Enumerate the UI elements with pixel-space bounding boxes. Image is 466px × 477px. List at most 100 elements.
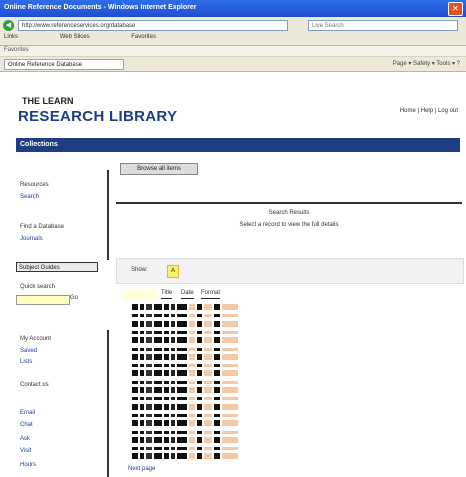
sidebar-item-ask[interactable]: Ask [20,436,30,442]
grid-cell [171,370,175,377]
grid-cell [214,430,220,434]
grid-cell [164,337,169,344]
browser-toolbar: ◀ http://www.referenceservices.org/datab… [0,17,466,46]
utility-links[interactable]: Home | Help | Log out [400,108,458,114]
grid-cell [154,420,162,427]
grid-cell [132,436,138,443]
grid-row[interactable] [132,386,240,394]
grid-cell [146,304,152,310]
grid-cell [189,436,195,443]
tab-current[interactable]: Online Reference Database [4,59,124,70]
sidebar-go-button[interactable]: Go [70,295,78,301]
grid-cell [171,320,175,327]
grid-cell [177,387,187,393]
grid-cell [146,436,152,443]
sidebar-item-find-database[interactable]: Find a Database [20,224,64,230]
grid-cell [189,364,195,368]
grid-cell [154,314,162,318]
grid-cell [214,320,220,327]
grid-cell [204,453,212,460]
grid-cell [177,304,187,310]
search-input[interactable]: Live Search [308,20,458,31]
grid-row[interactable] [132,411,240,419]
grid-header-title[interactable]: Title [161,290,173,299]
grid-cell [177,330,187,334]
grid-cell [177,436,187,443]
results-subtitle: Select a record to view the full details [239,222,339,228]
grid-cell [214,364,220,368]
grid-row[interactable] [132,436,240,444]
sidebar-item-search[interactable]: Search [20,194,39,200]
grid-cell [132,304,138,310]
grid-row[interactable] [132,320,240,328]
grid-cell [146,380,152,384]
grid-cell [140,403,144,410]
grid-header-format[interactable]: Format [201,290,221,299]
sidebar-item-email[interactable]: Email [20,410,35,416]
grid-row[interactable] [132,353,240,361]
sidebar-item-hours[interactable]: Hours [20,462,36,468]
grid-cell [189,403,195,410]
next-page-link[interactable]: Next page [128,466,155,472]
grid-cell [197,380,202,384]
grid-cell [222,320,238,327]
grid-header-date[interactable]: Date [181,290,194,299]
sidebar-divider-lower [107,330,109,477]
grid-cell [140,320,144,327]
favorites-label[interactable]: Favorites [4,47,29,53]
grid-row[interactable] [132,428,240,436]
grid-cell [204,320,212,327]
address-bar[interactable]: http://www.referenceservices.org/databas… [18,20,288,31]
grid-cell [146,353,152,360]
browse-button[interactable]: Browse all items [120,163,198,175]
sidebar-item-visit[interactable]: Visit [20,448,31,454]
close-icon[interactable]: ✕ [448,2,463,16]
grid-cell [154,413,162,417]
grid-row[interactable] [132,394,240,402]
grid-cell [222,370,238,377]
grid-cell [132,347,138,351]
links-item-links[interactable]: Links [4,34,18,40]
grid-row[interactable] [132,303,240,311]
grid-cell [164,364,169,368]
filter-chip[interactable]: A [167,265,179,278]
sidebar-item-journals[interactable]: Journals [20,236,43,242]
grid-row[interactable] [132,361,240,369]
grid-cell [177,420,187,427]
grid-cell [140,380,144,384]
grid-row[interactable] [132,328,240,336]
back-icon[interactable]: ◀ [3,20,14,31]
grid-row[interactable] [132,403,240,411]
grid-row[interactable] [132,336,240,344]
grid-cell [177,337,187,344]
grid-row[interactable] [132,345,240,353]
grid-row[interactable] [132,452,240,460]
grid-row[interactable] [132,378,240,386]
sidebar-item-lists[interactable]: Lists [20,359,32,365]
sidebar-search-input[interactable] [16,295,70,305]
sidebar-item-chat[interactable]: Chat [20,422,33,428]
grid-cell [197,420,202,427]
links-item-favorites[interactable]: Favorites [131,34,156,40]
grid-cell [154,403,162,410]
grid-cell [214,330,220,334]
grid-row[interactable] [132,369,240,377]
filter-panel: Show: A [116,258,464,284]
tab-bar: Online Reference Database Page ▾ Safety … [0,57,466,72]
sidebar-item-subject-guides[interactable]: Subject Guides [16,262,98,272]
grid-cell [222,353,238,360]
grid-row[interactable] [132,311,240,319]
grid-cell [197,387,202,393]
grid-cell [132,430,138,434]
sidebar-item-saved[interactable]: Saved [20,348,37,354]
grid-cell [204,430,212,434]
grid-cell [204,380,212,384]
grid-row[interactable] [132,444,240,452]
grid-row[interactable] [132,419,240,427]
command-bar[interactable]: Page ▾ Safety ▾ Tools ▾ ? [393,60,460,67]
links-item-web-slices[interactable]: Web Slices [60,34,90,40]
site-logo[interactable]: RESEARCH LIBRARY [18,108,177,125]
grid-cell [177,347,187,351]
grid-cell [132,380,138,384]
grid-cell [222,347,238,351]
